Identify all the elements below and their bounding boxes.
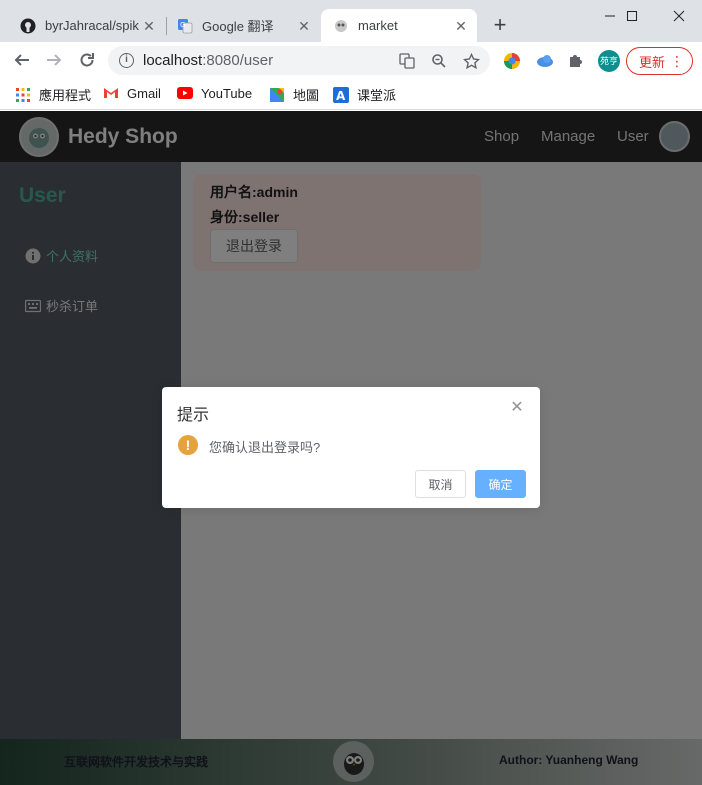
bookmarks-bar: 應用程式 Gmail YouTube 地圖 A 课堂派 bbox=[0, 78, 702, 110]
svg-text:A: A bbox=[336, 89, 346, 103]
site-info-icon[interactable]: i bbox=[119, 53, 134, 68]
update-label: 更新 bbox=[639, 54, 666, 70]
dialog-message: 您确认退出登录吗? bbox=[209, 440, 321, 455]
bookmark-apps[interactable]: 應用程式 bbox=[15, 85, 91, 104]
reload-button[interactable] bbox=[75, 48, 99, 72]
url-path: :8080/user bbox=[202, 52, 274, 69]
profile-avatar[interactable]: 苑亨 bbox=[598, 50, 620, 72]
close-window-button[interactable] bbox=[656, 0, 701, 32]
maximize-button[interactable] bbox=[609, 0, 654, 32]
bookmark-label: 地圖 bbox=[293, 88, 320, 103]
more-vert-icon: ⋮ bbox=[670, 53, 684, 69]
bookmark-label: Gmail bbox=[127, 85, 161, 101]
reload-icon bbox=[80, 53, 94, 67]
dialog-title: 提示 bbox=[177, 407, 210, 424]
tab-github[interactable]: byrJahracal/spik ✕ bbox=[8, 9, 165, 42]
new-tab-button[interactable]: + bbox=[489, 14, 511, 37]
close-icon[interactable]: ✕ bbox=[141, 18, 157, 34]
bookmark-ketangpai[interactable]: A 课堂派 bbox=[333, 85, 396, 104]
warning-icon: ! bbox=[178, 435, 198, 455]
bookmark-label: YouTube bbox=[201, 85, 253, 101]
update-button[interactable]: 更新 ⋮ bbox=[626, 47, 693, 75]
github-icon bbox=[20, 18, 36, 34]
forward-button[interactable] bbox=[42, 48, 66, 72]
translate-icon[interactable] bbox=[398, 52, 416, 70]
tab-title: market bbox=[358, 18, 398, 33]
close-icon[interactable]: ✕ bbox=[510, 400, 524, 416]
bookmark-star-icon[interactable] bbox=[462, 52, 480, 70]
tab-title: byrJahracal/spik bbox=[45, 18, 139, 33]
svg-text:G: G bbox=[180, 21, 185, 29]
bookmark-label: 應用程式 bbox=[39, 88, 92, 103]
extension-colorful-icon[interactable] bbox=[502, 51, 522, 71]
bookmark-youtube[interactable]: YouTube bbox=[177, 85, 252, 101]
extensions-puzzle-icon[interactable] bbox=[565, 51, 585, 71]
ketangpai-icon: A bbox=[333, 86, 349, 103]
bookmark-gmail[interactable]: Gmail bbox=[103, 85, 161, 101]
browser-toolbar: i localhost:8080/user 苑亨 更新 ⋮ bbox=[0, 42, 702, 78]
market-favicon bbox=[333, 18, 349, 34]
close-icon[interactable]: ✕ bbox=[296, 18, 312, 34]
maps-icon bbox=[269, 87, 285, 103]
tab-title: Google 翻译 bbox=[202, 19, 274, 34]
back-button[interactable] bbox=[10, 48, 34, 72]
bookmark-label: 课堂派 bbox=[357, 88, 397, 103]
youtube-icon bbox=[177, 85, 193, 101]
arrow-right-icon bbox=[47, 54, 62, 66]
close-icon[interactable]: ✕ bbox=[453, 18, 469, 34]
arrow-left-icon bbox=[14, 54, 29, 66]
cancel-button[interactable]: 取消 bbox=[415, 470, 466, 498]
confirm-dialog: 提示 ✕ ! 您确认退出登录吗? 取消 确定 bbox=[162, 387, 540, 508]
extension-cloud-icon[interactable] bbox=[535, 51, 555, 71]
apps-grid-icon bbox=[15, 87, 31, 103]
bookmark-maps[interactable]: 地圖 bbox=[269, 85, 319, 104]
page-viewport: Hedy Shop Shop Manage User User 个人资料 秒杀订… bbox=[0, 111, 702, 785]
google-translate-icon: G bbox=[177, 18, 193, 34]
tab-strip: byrJahracal/spik ✕ G Google 翻译 ✕ market … bbox=[0, 0, 702, 42]
tab-google-translate[interactable]: G Google 翻译 ✕ bbox=[165, 9, 320, 42]
address-bar[interactable]: i localhost:8080/user bbox=[108, 46, 490, 75]
tab-market[interactable]: market ✕ bbox=[321, 9, 477, 42]
url-text[interactable]: localhost:8080/user bbox=[143, 52, 273, 69]
confirm-button[interactable]: 确定 bbox=[475, 470, 526, 498]
url-host: localhost bbox=[143, 52, 203, 69]
zoom-icon[interactable] bbox=[430, 52, 448, 70]
browser-window: byrJahracal/spik ✕ G Google 翻译 ✕ market … bbox=[0, 0, 702, 785]
gmail-icon bbox=[103, 85, 119, 101]
